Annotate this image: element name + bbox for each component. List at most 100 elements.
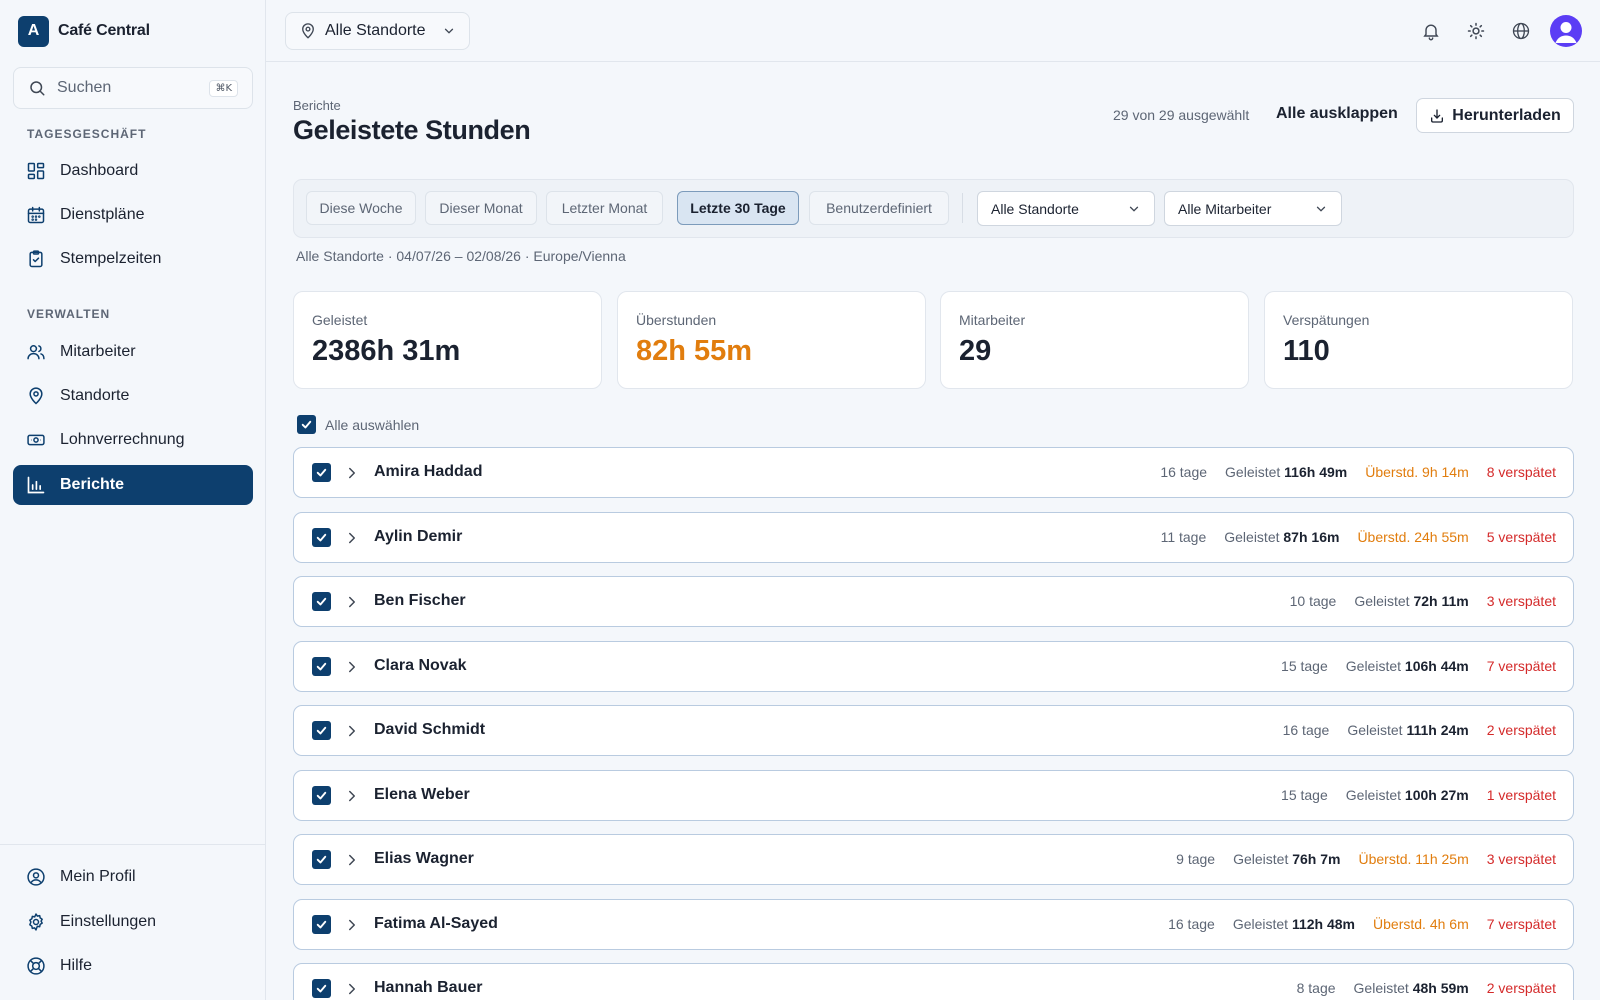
sidebar-item-hilfe[interactable]: Hilfe — [13, 946, 253, 986]
user-circle-icon — [27, 868, 45, 886]
worked-hours: Geleistet 116h 49m — [1225, 464, 1347, 480]
calendar-icon — [27, 206, 45, 224]
bell-icon — [1423, 24, 1439, 41]
sidebar-item-dienstplaene[interactable]: Dienstpläne — [13, 195, 253, 235]
range-last-month[interactable]: Letzter Monat — [546, 191, 663, 225]
table-row[interactable]: Hannah Bauer 8 tage Geleistet 48h 59m 2 ver… — [293, 963, 1574, 1000]
bar-chart-icon — [27, 476, 45, 494]
worked-label: Geleistet — [1354, 593, 1410, 609]
chevron-right-icon[interactable] — [343, 851, 361, 869]
sidebar-item-label: Dienstpläne — [60, 206, 145, 223]
chevron-down-icon — [1316, 206, 1326, 212]
worked-hours: Geleistet 72h 11m — [1354, 593, 1468, 609]
row-checkbox[interactable] — [312, 721, 331, 740]
sidebar-item-standorte[interactable]: Standorte — [13, 376, 253, 416]
search-input[interactable]: Suchen ⌘K — [13, 67, 253, 109]
sidebar-item-mein-profil[interactable]: Mein Profil — [13, 857, 253, 897]
brand[interactable]: A Café Central — [18, 15, 150, 47]
chevron-right-icon[interactable] — [343, 658, 361, 676]
late-count: 7 verspätet — [1486, 915, 1556, 932]
row-checkbox[interactable] — [312, 979, 331, 998]
clipboard-icon — [29, 250, 43, 268]
sidebar-item-label: Lohnverrechnung — [60, 431, 185, 448]
employee-name: Elias Wagner — [374, 850, 474, 867]
search-placeholder: Suchen — [57, 79, 112, 96]
row-checkbox[interactable] — [312, 785, 331, 805]
employee-name: Ben Fischer — [374, 592, 466, 609]
download-button[interactable]: Herunterladen — [1416, 98, 1574, 133]
range-custom[interactable]: Benutzerdefiniert — [809, 191, 949, 225]
expand-all-button[interactable]: Alle ausklappen — [1276, 105, 1398, 123]
filter-divider — [962, 193, 963, 223]
worked-value: 72h 11m — [1413, 593, 1469, 609]
row-checkbox[interactable] — [312, 527, 331, 547]
avatar[interactable] — [1550, 15, 1582, 47]
worked-value: 106h 44m — [1404, 657, 1469, 674]
notifications-button[interactable] — [1415, 15, 1447, 47]
chevron-right-icon[interactable] — [343, 916, 361, 934]
select-all-checkbox[interactable] — [297, 415, 316, 434]
row-stats: 11 tage Geleistet 87h 16m Überstd. 24h 55m… — [1161, 529, 1556, 545]
worked-label: Geleistet — [1347, 722, 1403, 738]
late-count: 3 verspätet — [1486, 593, 1556, 609]
summary-value: 29 — [959, 335, 992, 367]
sidebar-item-einstellungen[interactable]: Einstellungen — [13, 902, 253, 942]
sidebar-item-berichte[interactable]: Berichte — [13, 465, 253, 505]
employee-name: Aylin Demir — [374, 527, 463, 545]
days-count: 16 tage — [1168, 915, 1215, 932]
theme-toggle-button[interactable] — [1460, 15, 1492, 47]
worked-label: Geleistet — [1345, 786, 1402, 803]
worked-hours: Geleistet 112h 48m — [1233, 916, 1355, 932]
table-row[interactable]: Fatima Al-Sayed 16 tage Geleistet 112h 48m… — [293, 898, 1574, 950]
check-icon — [316, 920, 327, 928]
row-checkbox[interactable] — [312, 592, 331, 611]
range-last-30-days[interactable]: Letzte 30 Tage — [677, 191, 799, 225]
sidebar-item-mitarbeiter[interactable]: Mitarbeiter — [13, 332, 253, 372]
chevron-right-icon[interactable] — [343, 722, 361, 740]
sidebar-item-dashboard[interactable]: Dashboard — [13, 151, 253, 191]
row-checkbox[interactable] — [312, 656, 331, 676]
row-checkbox[interactable] — [312, 914, 331, 934]
worked-value: 87h 16m — [1283, 528, 1340, 545]
employee-name: Clara Novak — [374, 656, 467, 674]
sidebar-item-stempelzeiten[interactable]: Stempelzeiten — [13, 239, 253, 279]
table-row[interactable]: Ben Fischer 10 tage Geleistet 72h 11m 3 ver… — [293, 576, 1574, 627]
user-avatar-icon — [1555, 22, 1577, 43]
select-all[interactable]: Alle auswählen — [297, 415, 419, 434]
table-row[interactable]: Elias Wagner 9 tage Geleistet 76h 7m Überst… — [293, 834, 1574, 885]
brand-logo: A — [18, 15, 49, 47]
range-info: Alle Standorte · 04/07/26 – 02/08/26 · E… — [296, 248, 626, 264]
location-select[interactable]: Alle Standorte — [285, 12, 470, 50]
summary-label: Geleistet — [312, 312, 368, 328]
location-filter-dropdown[interactable]: Alle Standorte — [977, 191, 1155, 226]
chevron-right-icon[interactable] — [343, 464, 361, 482]
table-row[interactable]: David Schmidt 16 tage Geleistet 111h 24m 2 … — [293, 705, 1574, 756]
language-button[interactable] — [1505, 15, 1537, 47]
row-checkbox[interactable] — [312, 463, 331, 482]
table-row[interactable]: Aylin Demir 11 tage Geleistet 87h 16m Übers… — [293, 511, 1574, 563]
late-count: 8 verspätet — [1486, 464, 1556, 480]
range-this-month[interactable]: Dieser Monat — [425, 191, 537, 225]
table-row[interactable]: Elena Weber 15 tage Geleistet 100h 27m 1 ve… — [293, 769, 1574, 821]
summary-value: 2386h 31m — [312, 335, 461, 367]
sidebar-item-lohnverrechnung[interactable]: Lohnverrechnung — [13, 420, 253, 460]
banknote-icon — [27, 434, 45, 446]
table-row[interactable]: Clara Novak 15 tage Geleistet 106h 44m 7 ve… — [293, 640, 1574, 692]
gear-icon — [29, 913, 43, 931]
chevron-right-icon[interactable] — [343, 787, 361, 805]
row-checkbox[interactable] — [312, 850, 331, 869]
chevron-right-icon[interactable] — [343, 980, 361, 998]
worked-value: 116h 49m — [1284, 464, 1348, 480]
range-this-week[interactable]: Diese Woche — [306, 191, 416, 225]
chevron-right-icon[interactable] — [343, 593, 361, 611]
worked-value: 111h 24m — [1406, 722, 1469, 738]
table-row[interactable]: Amira Haddad 16 tage Geleistet 116h 49m Übe… — [293, 447, 1574, 498]
summary-card-employees: Mitarbeiter 29 — [940, 291, 1249, 389]
employee-filter-dropdown[interactable]: Alle Mitarbeiter — [1164, 191, 1342, 226]
check-icon — [316, 726, 327, 735]
brand-name: Café Central — [58, 22, 150, 39]
chevron-right-icon[interactable] — [343, 529, 361, 547]
row-stats: 9 tage Geleistet 76h 7m Überstd. 11h 25m 3 … — [1176, 851, 1556, 867]
breadcrumb[interactable]: Berichte — [293, 98, 341, 113]
check-icon — [316, 597, 327, 606]
